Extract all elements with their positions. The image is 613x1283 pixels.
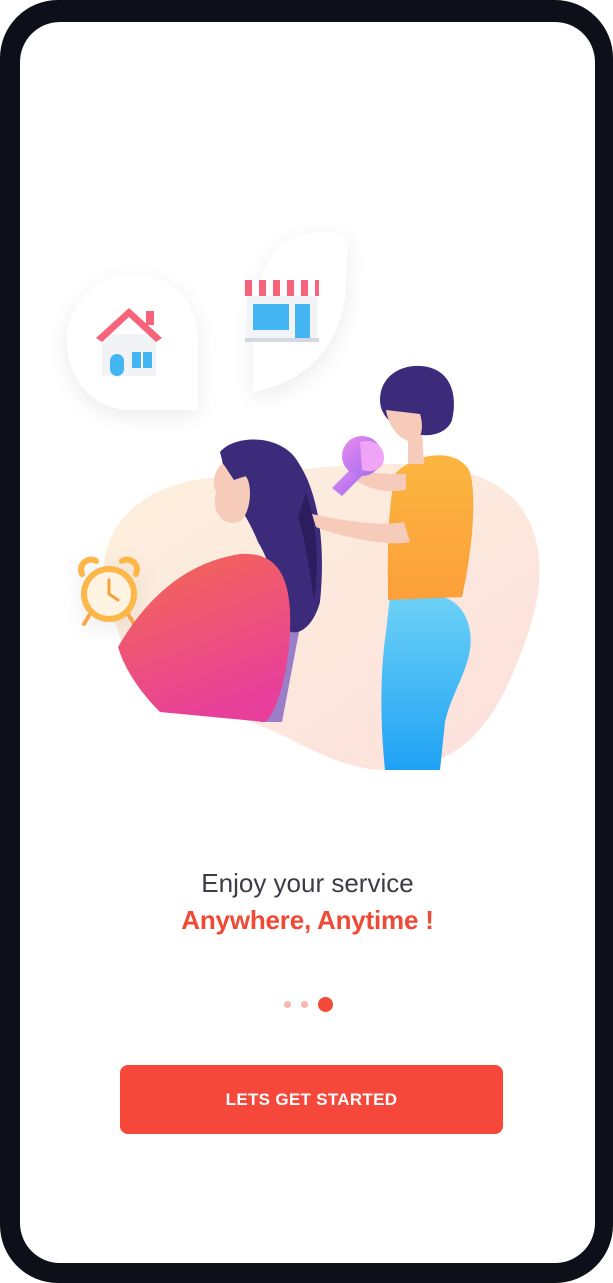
tagline: Anywhere, Anytime ! xyxy=(181,905,434,935)
storefront-icon xyxy=(245,280,319,342)
page-dot-3-active[interactable] xyxy=(318,997,333,1012)
page-dot-2[interactable] xyxy=(301,1001,308,1008)
onboarding-screen: Enjoy your service Anywhere, Anytime ! L… xyxy=(20,22,595,1263)
device-frame: Enjoy your service Anywhere, Anytime ! L… xyxy=(0,0,613,1283)
headline: Enjoy your service xyxy=(201,868,414,898)
hairdresser-illustration xyxy=(67,232,540,771)
lets-get-started-button[interactable]: LETS GET STARTED xyxy=(120,1065,503,1134)
page-indicator xyxy=(282,995,342,1015)
page-dot-1[interactable] xyxy=(284,1001,291,1008)
